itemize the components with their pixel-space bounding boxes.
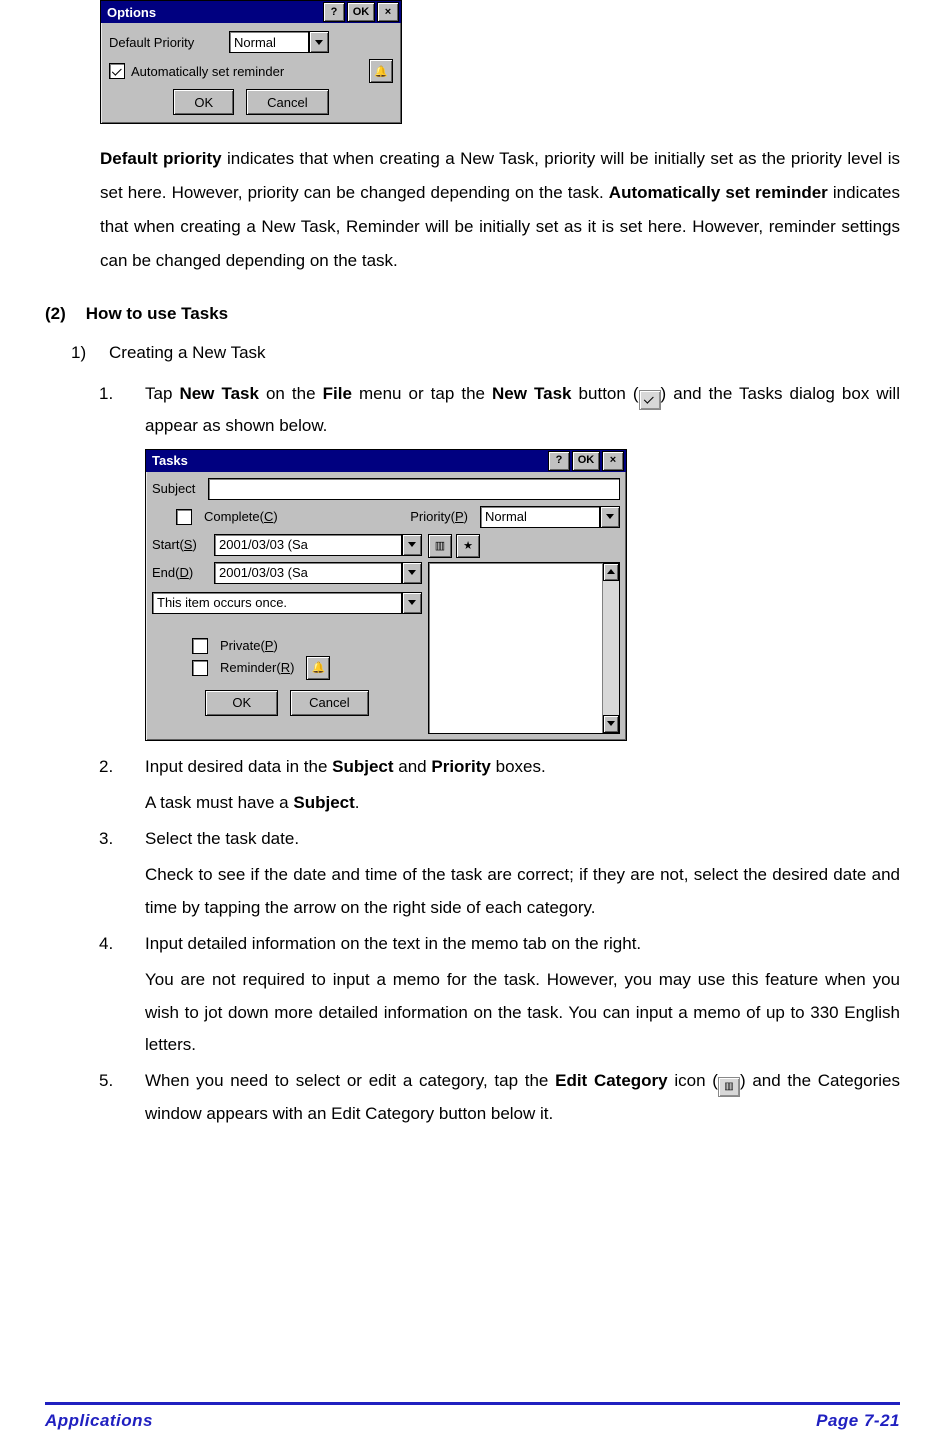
scroll-up-icon[interactable] (603, 563, 619, 581)
subitem-creating-task: 1) Creating a New Task (71, 336, 900, 370)
auto-reminder-label: Automatically set reminder (131, 64, 284, 79)
default-priority-label: Default Priority (109, 35, 229, 50)
term-auto-reminder: Automatically set reminder (609, 183, 828, 202)
options-dialog: Options ? OK × Default Priority Normal A… (100, 0, 402, 124)
category-star-icon-button[interactable]: ★ (456, 534, 480, 558)
end-date-combo[interactable]: 2001/03/03 (Sa (214, 562, 422, 584)
start-label: Start(S) (152, 537, 208, 552)
step-4-continuation: You are not required to input a memo for… (145, 964, 900, 1061)
reminder-label: Reminder(R) (220, 660, 294, 675)
ok-titlebar-button[interactable]: OK (572, 451, 600, 471)
complete-label: Complete(C) (204, 509, 278, 524)
new-task-icon (639, 390, 661, 410)
step-3: 3. Select the task date. (99, 823, 900, 855)
tasks-title: Tasks (152, 453, 546, 468)
section-heading: (2) How to use Tasks (45, 304, 900, 324)
end-label: End(D) (152, 565, 208, 580)
paragraph-default-priority: Default priority indicates that when cre… (100, 142, 900, 278)
chevron-down-icon[interactable] (600, 506, 620, 528)
checkmark-icon (111, 65, 121, 75)
help-button[interactable]: ? (548, 451, 570, 471)
section-title: How to use Tasks (86, 304, 228, 324)
start-date-combo[interactable]: 2001/03/03 (Sa (214, 534, 422, 556)
close-button[interactable]: × (377, 2, 399, 22)
ok-titlebar-button[interactable]: OK (347, 2, 375, 22)
subject-label: Subject (152, 481, 202, 496)
private-label: Private(P) (220, 638, 278, 653)
recurrence-combo[interactable]: This item occurs once. (152, 592, 422, 614)
default-priority-combo[interactable]: Normal (229, 31, 329, 53)
page-footer: Applications Page 7-21 (45, 1402, 900, 1431)
step-2-continuation: A task must have a Subject. (145, 787, 900, 819)
category-icon-button[interactable]: ▥ (428, 534, 452, 558)
priority-combo[interactable]: Normal (480, 506, 620, 528)
cancel-button[interactable]: Cancel (290, 690, 368, 716)
tasks-titlebar: Tasks ? OK × (146, 450, 626, 472)
options-title: Options (107, 5, 321, 20)
bell-icon-button[interactable] (306, 656, 330, 680)
ok-button[interactable]: OK (205, 690, 278, 716)
private-checkbox[interactable] (192, 638, 208, 654)
chevron-down-icon[interactable] (402, 562, 422, 584)
default-priority-value: Normal (229, 31, 309, 53)
end-date-value: 2001/03/03 (Sa (214, 562, 402, 584)
term-default-priority: Default priority (100, 149, 222, 168)
ok-button[interactable]: OK (173, 89, 234, 115)
start-date-value: 2001/03/03 (Sa (214, 534, 402, 556)
priority-label: Priority(P) (410, 509, 468, 524)
footer-left: Applications (45, 1411, 153, 1431)
cancel-button[interactable]: Cancel (246, 89, 328, 115)
step-4: 4. Input detailed information on the tex… (99, 928, 900, 960)
bell-icon-button[interactable] (369, 59, 393, 83)
step-1: 1. Tap New Task on the File menu or tap … (99, 378, 900, 443)
complete-checkbox[interactable] (176, 509, 192, 525)
scrollbar[interactable] (602, 563, 619, 733)
chevron-down-icon[interactable] (402, 534, 422, 556)
footer-divider (45, 1402, 900, 1405)
chevron-down-icon[interactable] (309, 31, 329, 53)
step-2: 2. Input desired data in the Subject and… (99, 751, 900, 783)
footer-right: Page 7-21 (816, 1411, 900, 1431)
edit-category-icon: ▥ (718, 1077, 740, 1097)
scroll-down-icon[interactable] (603, 715, 619, 733)
help-button[interactable]: ? (323, 2, 345, 22)
auto-reminder-checkbox[interactable] (109, 63, 125, 79)
tasks-dialog: Tasks ? OK × Subject Complete(C) Priorit… (145, 449, 627, 741)
subject-input[interactable] (208, 478, 620, 500)
memo-textarea[interactable] (428, 562, 620, 734)
close-button[interactable]: × (602, 451, 624, 471)
chevron-down-icon[interactable] (402, 592, 422, 614)
priority-value: Normal (480, 506, 600, 528)
step-3-continuation: Check to see if the date and time of the… (145, 859, 900, 924)
section-number: (2) (45, 304, 66, 324)
options-titlebar: Options ? OK × (101, 1, 401, 23)
recurrence-value: This item occurs once. (152, 592, 402, 614)
reminder-checkbox[interactable] (192, 660, 208, 676)
step-5: 5. When you need to select or edit a cat… (99, 1065, 900, 1130)
